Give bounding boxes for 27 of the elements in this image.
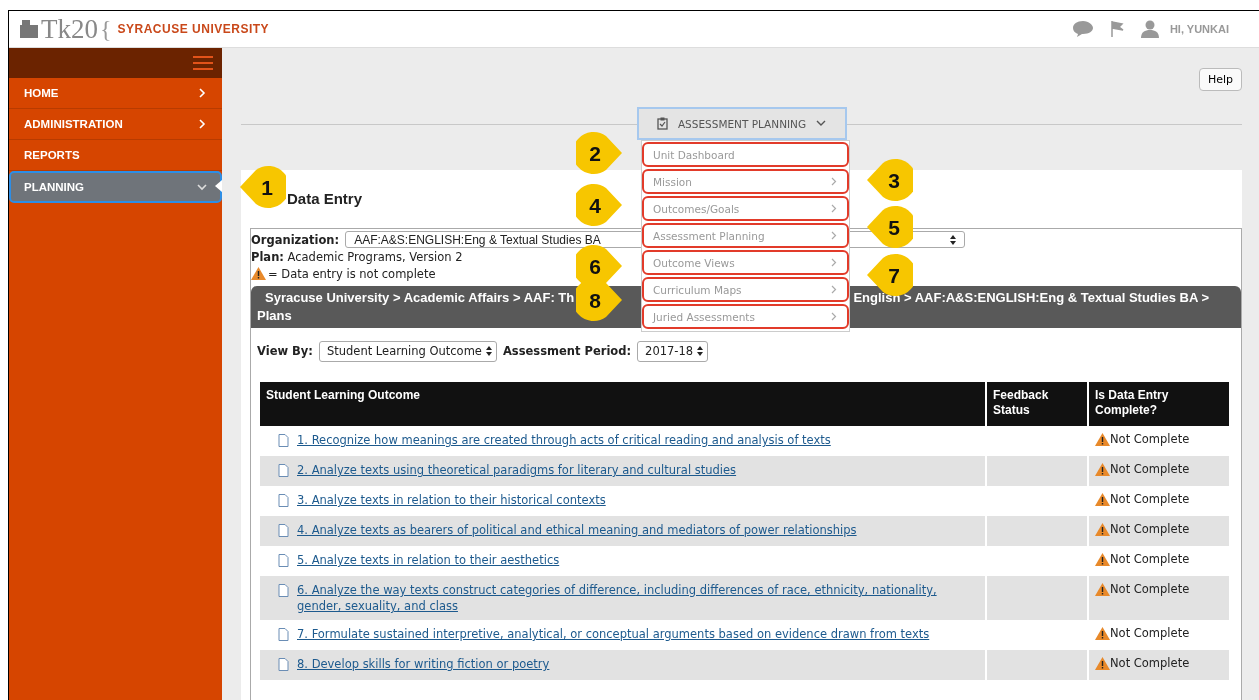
column-header: Feedback Status <box>986 382 1088 426</box>
organization-label: Organization: <box>251 232 340 247</box>
logo-brace: { <box>100 15 112 43</box>
assessment-period-label: Assessment Period: <box>502 344 632 358</box>
status-text: Not Complete <box>1110 462 1190 476</box>
view-by-label: View By: <box>257 344 313 358</box>
callout-marker: 1 <box>238 164 286 210</box>
status-text: Not Complete <box>1110 656 1190 670</box>
status-text: Not Complete <box>1110 552 1190 566</box>
status-text: Not Complete <box>1110 626 1190 640</box>
legend-text: = Data entry is not complete <box>268 266 436 281</box>
callout-marker: 4 <box>576 182 624 228</box>
breadcrumb-text: Plans <box>257 308 292 323</box>
callout-marker: 3 <box>865 157 913 203</box>
university-name: SYRACUSE UNIVERSITY <box>117 22 270 36</box>
status-text: Not Complete <box>1110 522 1190 536</box>
column-header: Student Learning Outcome <box>260 382 986 426</box>
callout-marker: 2 <box>576 130 624 176</box>
breadcrumb-text: Syracuse University > Academic Affairs > AAF: Th <box>264 290 575 306</box>
status-text: Not Complete <box>1110 492 1190 506</box>
column-header: Is Data Entry Complete? <box>1088 382 1230 426</box>
logo-text: Tk20 <box>41 15 98 43</box>
status-text: Not Complete <box>1110 582 1190 596</box>
callout-marker: 5 <box>865 204 913 250</box>
status-text: Not Complete <box>1110 432 1190 446</box>
page-title: Data Entry <box>287 190 363 207</box>
plan-text: Plan: Academic Programs, Version 2 <box>251 249 463 264</box>
